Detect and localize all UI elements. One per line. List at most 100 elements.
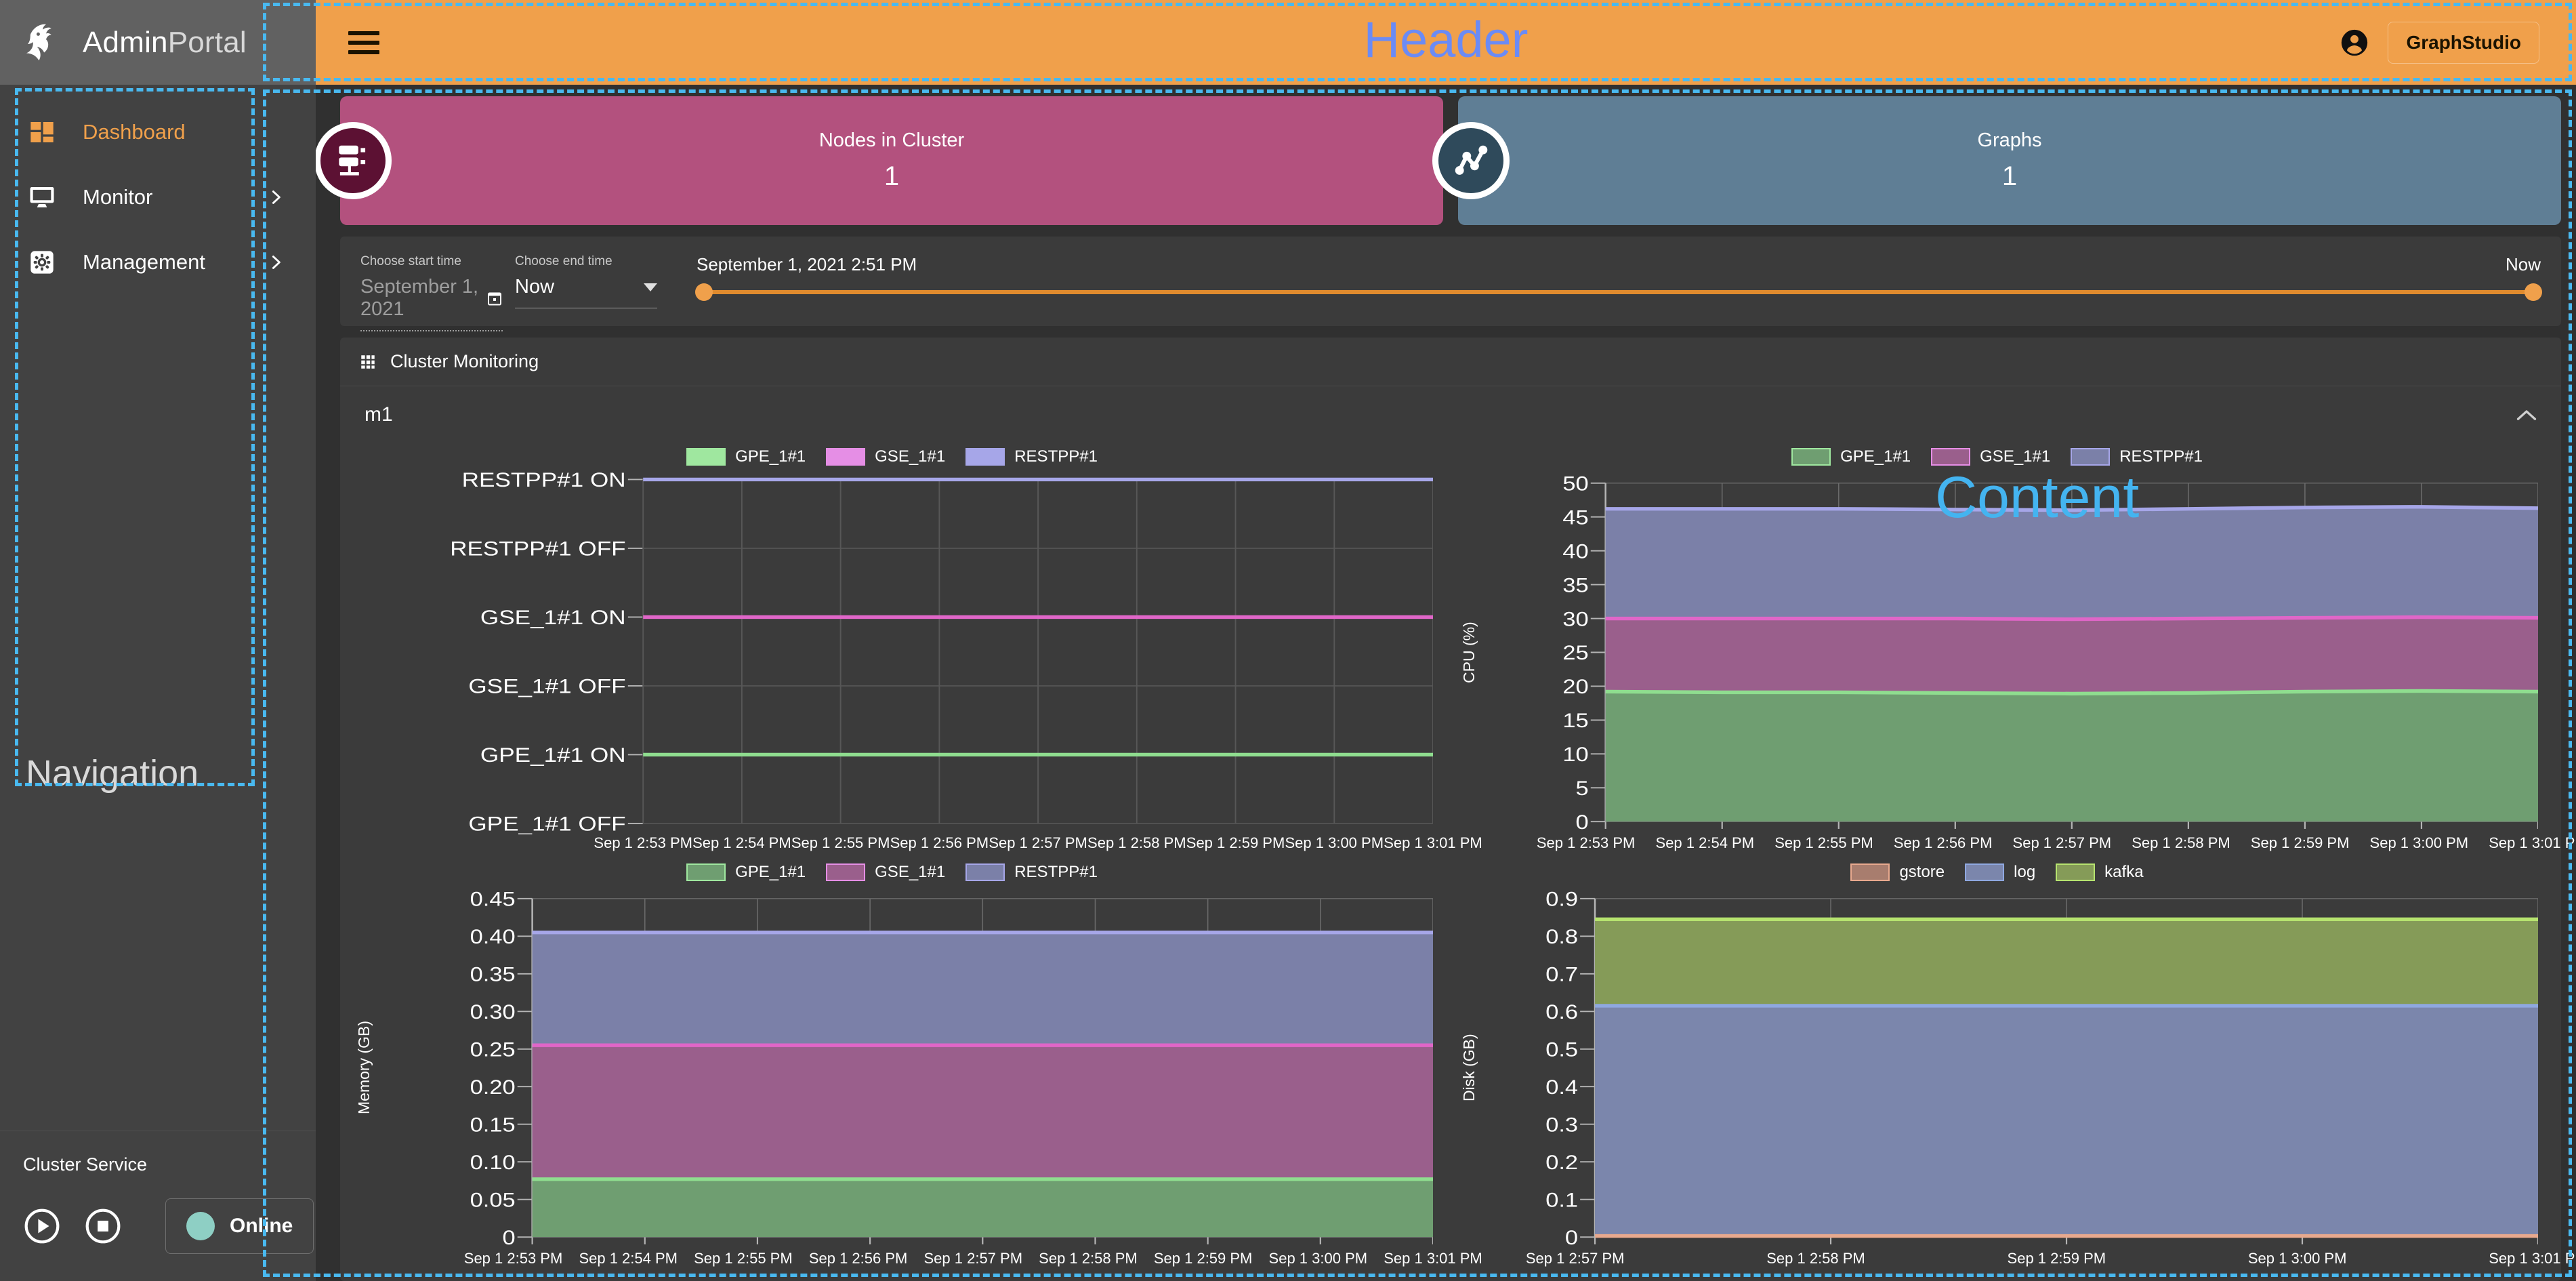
svg-text:10: 10 [1562, 743, 1588, 765]
cluster-monitoring-panel: Cluster Monitoring m1 GPE_1#1 GSE_1#1 RE [340, 338, 2561, 1281]
x-axis-tick: Sep 1 2:58 PM [1766, 1250, 1865, 1267]
chart-memory: GPE_1#1 GSE_1#1 RESTPP#1 Memory (GB) 00.… [351, 859, 1433, 1274]
x-axis-tick: Sep 1 2:55 PM [791, 834, 890, 852]
annotation-header-label: Header [1364, 11, 1529, 68]
legend-item[interactable]: log [1965, 863, 2035, 882]
x-axis-tick: Sep 1 2:59 PM [1186, 834, 1285, 852]
chart-legend: GPE_1#1 GSE_1#1 RESTPP#1 [351, 859, 1433, 886]
chart-svg: 05101520253035404550 [1478, 470, 2538, 834]
content-region: Nodes in Cluster 1 Graphs 1 [316, 85, 2576, 1281]
sidebar-item-monitor[interactable]: Monitor [0, 165, 316, 230]
slider-start-label: September 1, 2021 2:51 PM [697, 254, 917, 275]
legend-item[interactable]: RESTPP#1 [2071, 447, 2203, 466]
start-time-field[interactable]: Choose start time September 1, 2021 [360, 254, 503, 331]
x-axis-tick: Sep 1 2:54 PM [1656, 834, 1755, 852]
svg-text:0: 0 [502, 1226, 515, 1248]
svg-text:0.2: 0.2 [1545, 1151, 1578, 1173]
stat-card-title: Graphs [1977, 129, 2041, 152]
svg-text:0.40: 0.40 [470, 925, 516, 948]
legend-label: RESTPP#1 [1014, 447, 1098, 466]
legend-item[interactable]: RESTPP#1 [965, 863, 1098, 882]
legend-item[interactable]: GSE_1#1 [826, 863, 945, 882]
status-badge[interactable]: Online [165, 1198, 314, 1254]
sidebar-item-management[interactable]: Management [0, 230, 316, 295]
legend-item[interactable]: GPE_1#1 [1791, 447, 1911, 466]
svg-text:0.3: 0.3 [1545, 1114, 1578, 1136]
sidebar-item-dashboard[interactable]: Dashboard [0, 100, 316, 165]
stat-card-nodes[interactable]: Nodes in Cluster 1 [340, 96, 1443, 225]
section-header-m1[interactable]: m1 [340, 386, 2561, 443]
svg-text:5: 5 [1576, 777, 1589, 799]
legend-item[interactable]: kafka [2056, 863, 2143, 882]
legend-item[interactable]: gstore [1850, 863, 1945, 882]
x-axis-tick: Sep 1 2:58 PM [1039, 1250, 1138, 1267]
chart-svg: RESTPP#1 ONRESTPP#1 OFFGSE_1#1 ONGSE_1#1… [351, 470, 1433, 834]
legend-swatch [965, 863, 1005, 881]
start-time-value: September 1, 2021 [360, 276, 486, 321]
time-slider[interactable]: September 1, 2021 2:51 PM Now [697, 254, 2541, 294]
slider-knob-end[interactable] [2525, 283, 2542, 301]
stat-cards-row: Nodes in Cluster 1 Graphs 1 [331, 96, 2561, 225]
x-axis-tick: Sep 1 3:01 PM [2489, 1250, 2576, 1267]
legend-swatch [1791, 448, 1831, 466]
hamburger-menu-icon[interactable] [348, 31, 379, 54]
chevron-up-icon[interactable] [2516, 409, 2537, 421]
chart-service-status: GPE_1#1 GSE_1#1 RESTPP#1 RESTPP#1 ONREST… [351, 443, 1433, 859]
legend-label: kafka [2104, 863, 2143, 882]
legend-swatch [965, 448, 1005, 466]
x-axis-tick: Sep 1 2:53 PM [594, 834, 692, 852]
chart-disk: gstore log kafka Disk (GB) 00.10.20.30.4… [1456, 859, 2538, 1274]
time-range-bar: Choose start time September 1, 2021 Choo… [340, 237, 2561, 326]
legend-item[interactable]: GSE_1#1 [826, 447, 945, 466]
x-axis-tick: Sep 1 2:57 PM [923, 1250, 1022, 1267]
svg-text:0.7: 0.7 [1545, 963, 1578, 985]
brand-logo-bar[interactable]: AdminPortal [0, 0, 316, 85]
svg-text:15: 15 [1562, 709, 1588, 731]
cluster-service-controls: Online [23, 1198, 293, 1254]
stat-card-graphs[interactable]: Graphs 1 [1458, 96, 2561, 225]
chevron-right-icon [267, 188, 285, 206]
legend-item[interactable]: GSE_1#1 [1931, 447, 2050, 466]
legend-label: GPE_1#1 [735, 447, 806, 466]
chart-body: Memory (GB) 00.050.100.150.200.250.300.3… [351, 886, 1433, 1250]
brand-name-bold: Admin [83, 26, 168, 59]
legend-item[interactable]: GPE_1#1 [686, 447, 806, 466]
slider-knob-start[interactable] [695, 283, 713, 301]
account-circle-icon[interactable] [2339, 27, 2370, 58]
x-axis-tick: Sep 1 3:00 PM [2370, 834, 2469, 852]
calendar-icon[interactable] [486, 289, 503, 307]
svg-text:30: 30 [1562, 608, 1588, 630]
svg-text:0.1: 0.1 [1545, 1189, 1578, 1211]
svg-text:0.35: 0.35 [470, 963, 516, 985]
legend-swatch [826, 863, 865, 881]
sidebar-spacer [0, 295, 316, 1131]
legend-item[interactable]: GPE_1#1 [686, 863, 806, 882]
x-axis-tick: Sep 1 2:57 PM [1526, 1250, 1625, 1267]
x-axis-tick: Sep 1 2:59 PM [1154, 1250, 1253, 1267]
stat-card-value: 1 [884, 161, 899, 192]
x-axis-tick: Sep 1 2:56 PM [1894, 834, 1993, 852]
stat-card-title: Nodes in Cluster [819, 129, 964, 152]
play-circle-icon[interactable] [23, 1207, 61, 1245]
svg-text:GSE_1#1 ON: GSE_1#1 ON [480, 607, 626, 629]
x-axis-tick: Sep 1 2:59 PM [2251, 834, 2350, 852]
graphstudio-button[interactable]: GraphStudio [2388, 22, 2539, 64]
x-axis-tick: Sep 1 2:54 PM [692, 834, 791, 852]
chart-legend: GPE_1#1 GSE_1#1 RESTPP#1 [1456, 443, 2538, 470]
chevron-down-icon[interactable] [644, 283, 657, 291]
legend-label: GPE_1#1 [735, 863, 806, 882]
end-time-field[interactable]: Choose end time Now [515, 254, 657, 308]
legend-item[interactable]: RESTPP#1 [965, 447, 1098, 466]
legend-label: GPE_1#1 [1840, 447, 1911, 466]
sidebar: AdminPortal Dashboard Monitor [0, 0, 316, 1281]
stop-circle-icon[interactable] [84, 1207, 122, 1245]
slider-track[interactable] [697, 290, 2541, 294]
x-axis-labels: Sep 1 2:53 PMSep 1 2:54 PMSep 1 2:55 PMS… [351, 1250, 1433, 1274]
legend-label: RESTPP#1 [1014, 863, 1098, 882]
legend-swatch [1931, 448, 1970, 466]
chart-legend: gstore log kafka [1456, 859, 2538, 886]
plot-area: 05101520253035404550 [1478, 470, 2538, 834]
x-axis-tick: Sep 1 3:00 PM [2248, 1250, 2347, 1267]
panel-header: Cluster Monitoring [340, 338, 2561, 386]
legend-label: GSE_1#1 [1980, 447, 2050, 466]
